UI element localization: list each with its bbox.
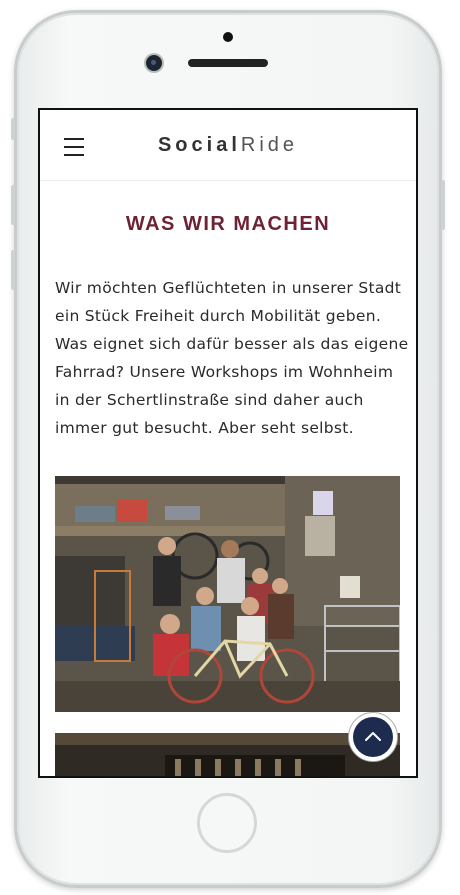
earpiece-speaker (188, 59, 268, 67)
phone-side-button (11, 118, 15, 140)
front-camera (146, 55, 162, 71)
scroll-to-top-button[interactable] (348, 712, 398, 762)
body-line: Wir möchten Geflüchteten in unserer Stad… (55, 279, 402, 297)
proximity-sensor (223, 32, 233, 42)
brand-logo[interactable]: SocialRide (40, 134, 416, 157)
body-line: ein Stück Freiheit durch Mobilität geben… (55, 307, 382, 325)
body-line: in der Schertlinstraße sind daher auch (55, 391, 364, 409)
body-line: Fahrrad? Unsere Workshops im Wohnheim (55, 363, 394, 381)
top-navigation-bar: SocialRide (40, 110, 416, 181)
phone-screen: SocialRide WAS WIR MACHEN Wir möchten Ge… (38, 108, 418, 778)
brand-name-part2: Ride (240, 134, 299, 156)
brand-name-part1: Social (157, 134, 241, 156)
section-title: WAS WIR MACHEN (125, 213, 331, 235)
workshop-group-photo (55, 476, 400, 712)
scroll-to-top-circle (353, 717, 393, 757)
phone-power-button (441, 180, 445, 230)
phone-volume-down (11, 250, 15, 290)
section-body-text: Wir möchten Geflüchteten in unserer Stad… (55, 274, 409, 442)
home-button[interactable] (197, 793, 257, 853)
chevron-up-icon (365, 732, 381, 741)
body-line: immer gut besucht. Aber seht selbst. (55, 419, 354, 437)
body-line: Was eignet sich dafür besser als das eig… (55, 335, 409, 353)
phone-volume-up (11, 185, 15, 225)
